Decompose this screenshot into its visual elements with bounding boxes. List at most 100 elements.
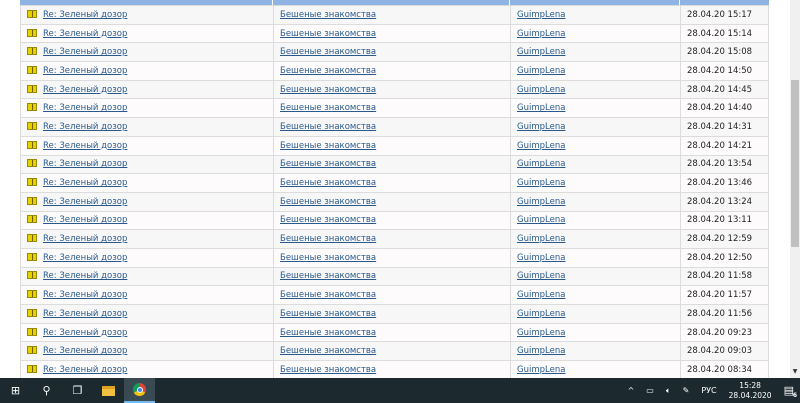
forum-link[interactable]: Бешеные знакомства	[280, 290, 376, 300]
forum-cell: Бешеные знакомства	[273, 285, 511, 305]
scroll-down-arrow-icon[interactable]: ▼	[790, 368, 800, 378]
topic-link[interactable]: Re: Зеленый дозор	[43, 103, 127, 113]
table-row: Re: Зеленый дозор Бешеные знакомства Gui…	[20, 360, 769, 378]
forum-link[interactable]: Бешеные знакомства	[280, 10, 376, 20]
author-link[interactable]: GuimpLena	[517, 234, 565, 244]
vertical-scrollbar[interactable]: ▼	[790, 0, 800, 378]
forum-cell: Бешеные знакомства	[273, 266, 511, 287]
table-row: Re: Зеленый дозор Бешеные знакомства Gui…	[20, 285, 769, 305]
forum-link[interactable]: Бешеные знакомства	[280, 47, 376, 57]
author-link[interactable]: GuimpLena	[517, 365, 565, 375]
forum-link[interactable]: Бешеные знакомства	[280, 215, 376, 225]
forum-link[interactable]: Бешеные знакомства	[280, 328, 376, 338]
date-cell: 28.04.20 15:14	[680, 23, 769, 44]
topic-link[interactable]: Re: Зеленый дозор	[43, 122, 127, 132]
author-link[interactable]: GuimpLena	[517, 10, 565, 20]
forum-link[interactable]: Бешеные знакомства	[280, 141, 376, 151]
date-cell: 28.04.20 09:03	[680, 341, 769, 362]
clock-time: 15:28	[739, 380, 761, 390]
topic-link[interactable]: Re: Зеленый дозор	[43, 29, 127, 39]
author-link[interactable]: GuimpLena	[517, 346, 565, 356]
author-link[interactable]: GuimpLena	[517, 29, 565, 39]
topic-link[interactable]: Re: Зеленый дозор	[43, 346, 127, 356]
forum-link[interactable]: Бешеные знакомства	[280, 365, 376, 375]
topic-link[interactable]: Re: Зеленый дозор	[43, 159, 127, 169]
forum-link[interactable]: Бешеные знакомства	[280, 234, 376, 244]
notifications-icon[interactable]: ▤ 6	[784, 384, 797, 399]
topic-link[interactable]: Re: Зеленый дозор	[43, 271, 127, 281]
notification-count: 6	[792, 392, 797, 399]
table-row: Re: Зеленый дозор Бешеные знакомства Gui…	[20, 173, 769, 193]
date-cell: 28.04.20 14:31	[680, 117, 769, 137]
forum-link[interactable]: Бешеные знакомства	[280, 346, 376, 356]
topic-link[interactable]: Re: Зеленый дозор	[43, 178, 127, 188]
forum-link[interactable]: Бешеные знакомства	[280, 29, 376, 39]
forum-link[interactable]: Бешеные знакомства	[280, 253, 376, 263]
author-link[interactable]: GuimpLena	[517, 309, 565, 319]
topic-link[interactable]: Re: Зеленый дозор	[43, 328, 127, 338]
book-icon	[27, 159, 37, 168]
forum-cell: Бешеные знакомства	[273, 23, 511, 44]
language-indicator[interactable]: РУС	[701, 386, 716, 395]
topic-link[interactable]: Re: Зеленый дозор	[43, 47, 127, 57]
author-link[interactable]: GuimpLena	[517, 290, 565, 300]
table-row: Re: Зеленый дозор Бешеные знакомства Gui…	[20, 5, 769, 25]
windows-start-icon[interactable]: ⊞	[0, 378, 31, 403]
topic-link[interactable]: Re: Зеленый дозор	[43, 141, 127, 151]
forum-link[interactable]: Бешеные знакомства	[280, 159, 376, 169]
topic-link[interactable]: Re: Зеленый дозор	[43, 290, 127, 300]
chrome-icon[interactable]	[124, 378, 155, 403]
speaker-icon[interactable]: 🔈︎	[666, 386, 671, 396]
book-icon	[27, 327, 37, 336]
pen-icon[interactable]: ✎	[683, 386, 690, 395]
author-link[interactable]: GuimpLena	[517, 141, 565, 151]
topic-cell: Re: Зеленый дозор	[20, 229, 274, 249]
author-link[interactable]: GuimpLena	[517, 215, 565, 225]
topic-link[interactable]: Re: Зеленый дозор	[43, 197, 127, 207]
forum-link[interactable]: Бешеные знакомства	[280, 122, 376, 132]
topic-link[interactable]: Re: Зеленый дозор	[43, 85, 127, 95]
forum-link[interactable]: Бешеные знакомства	[280, 309, 376, 319]
file-explorer-icon[interactable]	[93, 378, 124, 403]
clock[interactable]: 15:28 28.04.2020	[729, 381, 772, 401]
author-cell: GuimpLena	[510, 266, 681, 287]
scrollbar-thumb[interactable]	[791, 80, 799, 247]
task-view-icon[interactable]: ❐	[62, 378, 93, 403]
search-icon[interactable]: ⚲	[31, 378, 62, 403]
topic-link[interactable]: Re: Зеленый дозор	[43, 253, 127, 263]
table-row: Re: Зеленый дозор Бешеные знакомства Gui…	[20, 23, 769, 44]
author-link[interactable]: GuimpLena	[517, 271, 565, 281]
author-link[interactable]: GuimpLena	[517, 197, 565, 207]
topic-link[interactable]: Re: Зеленый дозор	[43, 66, 127, 76]
author-link[interactable]: GuimpLena	[517, 178, 565, 188]
forum-link[interactable]: Бешеные знакомства	[280, 66, 376, 76]
forum-link[interactable]: Бешеные знакомства	[280, 178, 376, 188]
date-cell: 28.04.20 15:17	[680, 5, 769, 25]
chevron-up-icon[interactable]: ^	[628, 386, 635, 395]
topic-cell: Re: Зеленый дозор	[20, 173, 274, 193]
author-link[interactable]: GuimpLena	[517, 66, 565, 76]
book-icon	[27, 234, 37, 243]
forum-link[interactable]: Бешеные знакомства	[280, 197, 376, 207]
topic-cell: Re: Зеленый дозор	[20, 117, 274, 137]
author-link[interactable]: GuimpLena	[517, 122, 565, 132]
table-row: Re: Зеленый дозор Бешеные знакомства Gui…	[20, 191, 769, 212]
forum-link[interactable]: Бешеные знакомства	[280, 103, 376, 113]
topic-link[interactable]: Re: Зеленый дозор	[43, 309, 127, 319]
forum-link[interactable]: Бешеные знакомства	[280, 85, 376, 95]
author-link[interactable]: GuimpLena	[517, 103, 565, 113]
forum-link[interactable]: Бешеные знакомства	[280, 271, 376, 281]
topic-link[interactable]: Re: Зеленый дозор	[43, 215, 127, 225]
topic-link[interactable]: Re: Зеленый дозор	[43, 365, 127, 375]
author-link[interactable]: GuimpLena	[517, 328, 565, 338]
book-icon	[27, 252, 37, 261]
author-cell: GuimpLena	[510, 23, 681, 44]
topic-link[interactable]: Re: Зеленый дозор	[43, 10, 127, 20]
author-link[interactable]: GuimpLena	[517, 159, 565, 169]
author-link[interactable]: GuimpLena	[517, 253, 565, 263]
author-link[interactable]: GuimpLena	[517, 85, 565, 95]
battery-icon[interactable]: ▭	[646, 386, 654, 395]
topic-link[interactable]: Re: Зеленый дозор	[43, 234, 127, 244]
author-cell: GuimpLena	[510, 154, 681, 175]
author-link[interactable]: GuimpLena	[517, 47, 565, 57]
